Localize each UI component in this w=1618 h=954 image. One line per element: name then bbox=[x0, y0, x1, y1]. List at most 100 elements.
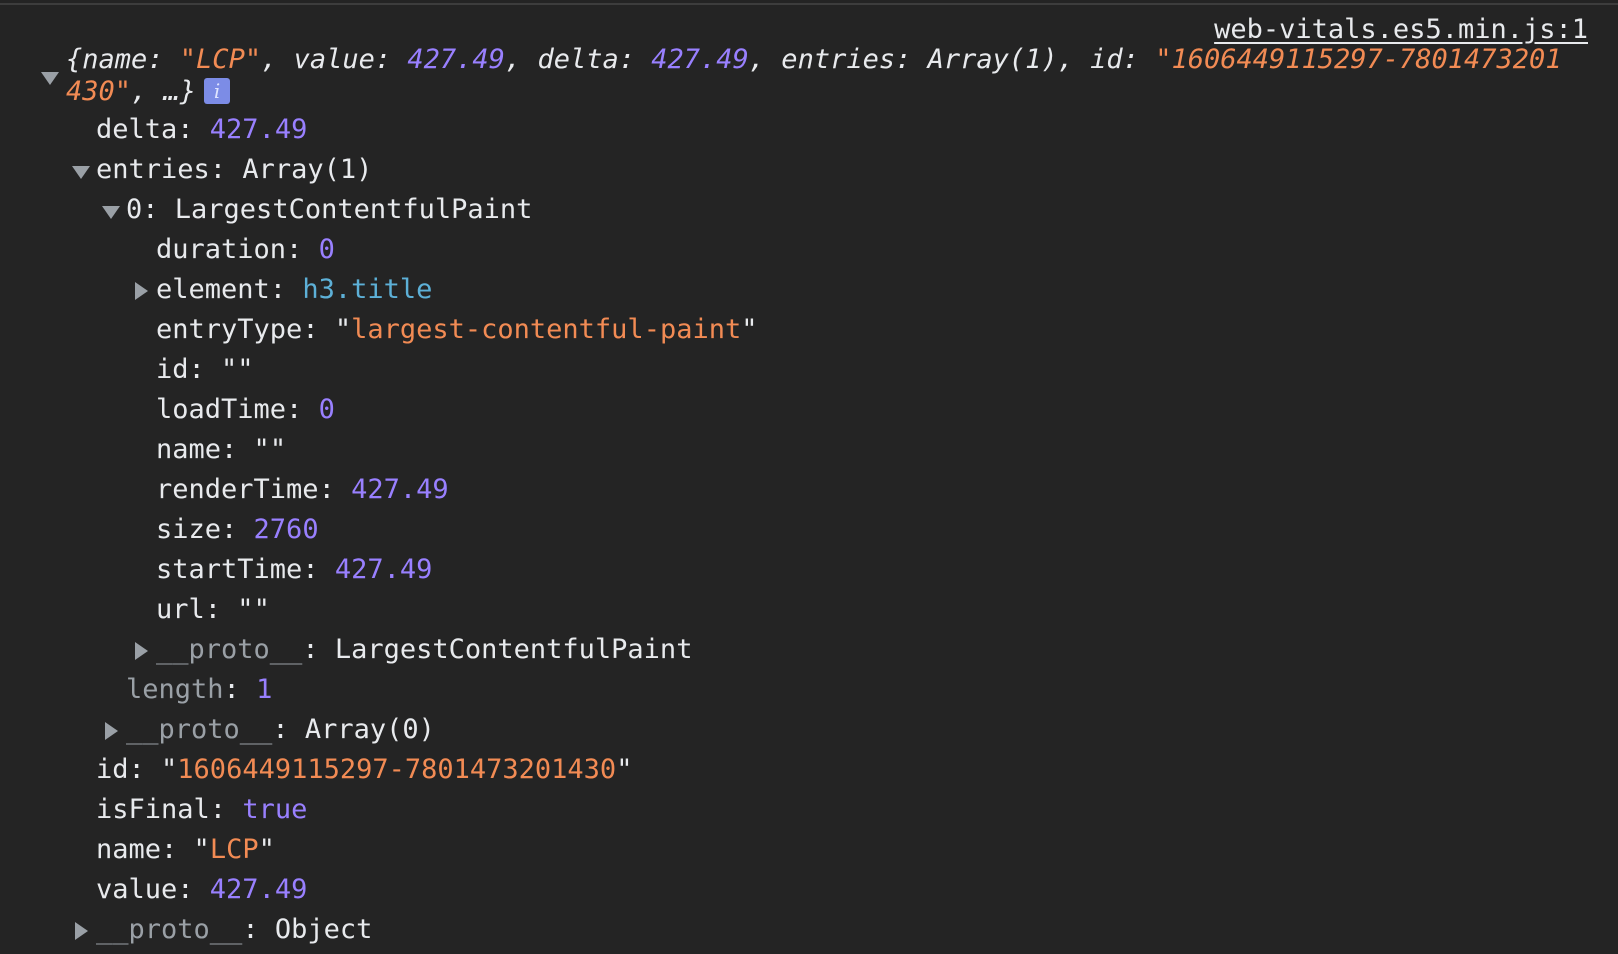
prop-value: 427.49 bbox=[334, 554, 433, 585]
colon: : bbox=[221, 434, 254, 465]
prop-key: renderTime bbox=[156, 474, 319, 505]
prop-value: 427.49 bbox=[209, 874, 308, 905]
info-icon[interactable]: i bbox=[204, 78, 231, 104]
expand-element-toggle-icon[interactable] bbox=[135, 282, 148, 300]
colon: : bbox=[269, 274, 303, 305]
colon: : bbox=[223, 674, 257, 705]
colon: : bbox=[142, 194, 175, 225]
prop-key: duration bbox=[156, 234, 287, 265]
prop-key: 0 bbox=[126, 194, 143, 225]
prop-element[interactable]: element: h3.title bbox=[156, 272, 432, 308]
summary-sep-value: , value: bbox=[261, 44, 408, 75]
quote-close: " bbox=[269, 434, 287, 465]
object-summary-line-2[interactable]: 430", …} i bbox=[66, 74, 231, 110]
prop-key: value bbox=[96, 874, 178, 905]
source-link[interactable]: web-vitals.es5.min.js:1 bbox=[1214, 14, 1588, 45]
summary-rest: , …} bbox=[131, 76, 197, 107]
prop-value: LargestContentfulPaint bbox=[174, 194, 533, 225]
colon: : bbox=[177, 874, 210, 905]
prop-value: largest-contentful-paint bbox=[351, 314, 742, 345]
prop-key: id bbox=[156, 354, 189, 385]
prop-value: 427.49 bbox=[209, 114, 308, 145]
quote-open: " bbox=[221, 354, 238, 385]
quote-open: " bbox=[253, 434, 270, 465]
quote-open: " bbox=[334, 314, 352, 345]
prop-isFinal: isFinal: true bbox=[96, 792, 307, 828]
prop-key: __proto__ bbox=[156, 634, 303, 665]
prop-entries[interactable]: entries: Array(1) bbox=[96, 152, 372, 188]
prop-name: name: "" bbox=[156, 432, 286, 468]
prop-object-proto[interactable]: __proto__: Object bbox=[96, 912, 372, 948]
console-top-border bbox=[0, 3, 1618, 5]
prop-value: Array(1) bbox=[242, 154, 373, 185]
colon: : bbox=[302, 554, 335, 585]
object-summary-line-1[interactable]: {name: "LCP", value: 427.49, delta: 427.… bbox=[66, 42, 1562, 78]
expand-entries-toggle-icon[interactable] bbox=[72, 166, 90, 179]
prop-loadTime: loadTime: 0 bbox=[156, 392, 335, 428]
prop-value: 1 bbox=[256, 674, 273, 705]
expand-object-proto-toggle-icon[interactable] bbox=[75, 922, 88, 940]
colon: : bbox=[161, 834, 194, 865]
prop-key: name bbox=[96, 834, 162, 865]
prop-entryType: entryType: "largest-contentful-paint" bbox=[156, 312, 758, 348]
colon: : bbox=[302, 634, 335, 665]
prop-root-value: value: 427.49 bbox=[96, 872, 307, 908]
prop-key: __proto__ bbox=[96, 914, 243, 945]
colon: : bbox=[272, 714, 305, 745]
prop-key: length bbox=[126, 674, 224, 705]
colon: : bbox=[286, 234, 319, 265]
prop-key: name bbox=[156, 434, 222, 465]
summary-name-value: "LCP" bbox=[179, 44, 262, 75]
prop-root-id: id: "1606449115297-7801473201430" bbox=[96, 752, 632, 788]
collapse-root-toggle-icon[interactable] bbox=[41, 72, 59, 85]
prop-key: entries bbox=[96, 154, 210, 185]
prop-value[interactable]: h3.title bbox=[302, 274, 432, 305]
prop-key: isFinal bbox=[96, 794, 210, 825]
summary-id-value-part1: "1606449115297-7801473201 bbox=[1155, 44, 1562, 75]
quote-close: " bbox=[253, 594, 270, 625]
quote-open: " bbox=[161, 754, 178, 785]
summary-delta-value: 427.49 bbox=[651, 44, 749, 75]
prop-value: Array(0) bbox=[304, 714, 435, 745]
colon: : bbox=[209, 154, 243, 185]
summary-sep-entries: , entries: Array(1), id: bbox=[748, 44, 1156, 75]
colon: : bbox=[177, 114, 210, 145]
quote-open: " bbox=[237, 594, 254, 625]
expand-array-proto-toggle-icon[interactable] bbox=[105, 722, 118, 740]
prop-url: url: "" bbox=[156, 592, 270, 628]
prop-startTime: startTime: 427.49 bbox=[156, 552, 432, 588]
prop-key: loadTime bbox=[156, 394, 287, 425]
prop-array-proto[interactable]: __proto__: Array(0) bbox=[126, 712, 435, 748]
prop-key: __proto__ bbox=[126, 714, 273, 745]
quote-open: " bbox=[193, 834, 210, 865]
expand-entry-0-toggle-icon[interactable] bbox=[102, 206, 120, 219]
colon: : bbox=[188, 354, 222, 385]
summary-id-value-part2: 430" bbox=[66, 76, 132, 107]
quote-close: " bbox=[741, 314, 758, 345]
expand-lcp-proto-toggle-icon[interactable] bbox=[135, 642, 148, 660]
prop-value: 0 bbox=[318, 234, 335, 265]
prop-value: 427.49 bbox=[351, 474, 449, 505]
prop-lcp-proto[interactable]: __proto__: LargestContentfulPaint bbox=[156, 632, 692, 668]
prop-key: element bbox=[156, 274, 270, 305]
colon: : bbox=[302, 314, 335, 345]
prop-value: LargestContentfulPaint bbox=[334, 634, 693, 665]
prop-entry-0[interactable]: 0: LargestContentfulPaint bbox=[126, 192, 532, 228]
prop-duration: duration: 0 bbox=[156, 232, 335, 268]
prop-root-name: name: "LCP" bbox=[96, 832, 275, 868]
prop-value: Object bbox=[274, 914, 373, 945]
summary-prefix: {name: bbox=[66, 44, 180, 75]
colon: : bbox=[242, 914, 275, 945]
colon: : bbox=[318, 474, 352, 505]
colon: : bbox=[286, 394, 319, 425]
prop-key: size bbox=[156, 514, 222, 545]
prop-id: id: "" bbox=[156, 352, 254, 388]
prop-key: id bbox=[96, 754, 129, 785]
prop-value: 0 bbox=[318, 394, 335, 425]
prop-value: 2760 bbox=[253, 514, 319, 545]
prop-key: entryType bbox=[156, 314, 303, 345]
quote-close: " bbox=[237, 354, 254, 385]
prop-renderTime: renderTime: 427.49 bbox=[156, 472, 449, 508]
prop-value: LCP bbox=[209, 834, 259, 865]
quote-close: " bbox=[616, 754, 633, 785]
